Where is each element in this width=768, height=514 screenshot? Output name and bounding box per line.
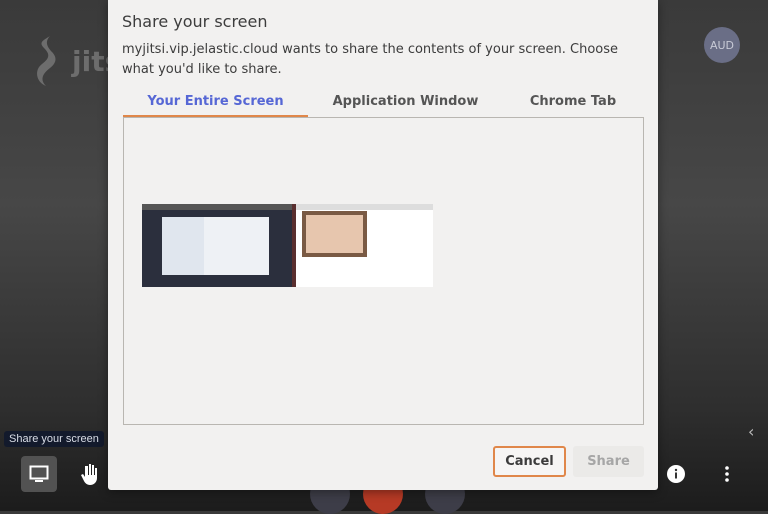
dialog-title: Share your screen — [122, 12, 268, 31]
chevron-left-icon[interactable]: ‹ — [748, 422, 754, 441]
source-list — [123, 117, 644, 425]
share-screen-button[interactable] — [21, 456, 57, 492]
avatar[interactable]: AUD — [704, 27, 740, 63]
raise-hand-icon — [81, 464, 97, 485]
dialog-message: myjitsi.vip.jelastic.cloud wants to shar… — [122, 42, 619, 77]
cancel-button[interactable]: Cancel — [493, 446, 566, 477]
tooltip: Share your screen — [4, 431, 104, 447]
tab-bar: Your Entire Screen Application Window Ch… — [123, 90, 643, 117]
share-button[interactable]: Share — [573, 446, 644, 477]
monitor-1-preview — [142, 204, 292, 287]
monitor-2-preview — [292, 204, 433, 287]
raise-hand-button[interactable] — [72, 456, 108, 492]
screen-thumbnail[interactable] — [142, 204, 433, 287]
jitsi-logo-icon — [37, 36, 56, 86]
info-button[interactable] — [658, 456, 694, 492]
tab-chrome-tab[interactable]: Chrome Tab — [503, 90, 643, 117]
more-options-button[interactable] — [709, 456, 745, 492]
tab-application-window[interactable]: Application Window — [308, 90, 503, 117]
info-icon — [667, 465, 685, 483]
tab-entire-screen[interactable]: Your Entire Screen — [123, 90, 308, 117]
more-vertical-icon — [725, 466, 729, 482]
share-screen-dialog: Share your screen myjitsi.vip.jelastic.c… — [108, 0, 658, 490]
desktop-icon — [29, 465, 49, 482]
